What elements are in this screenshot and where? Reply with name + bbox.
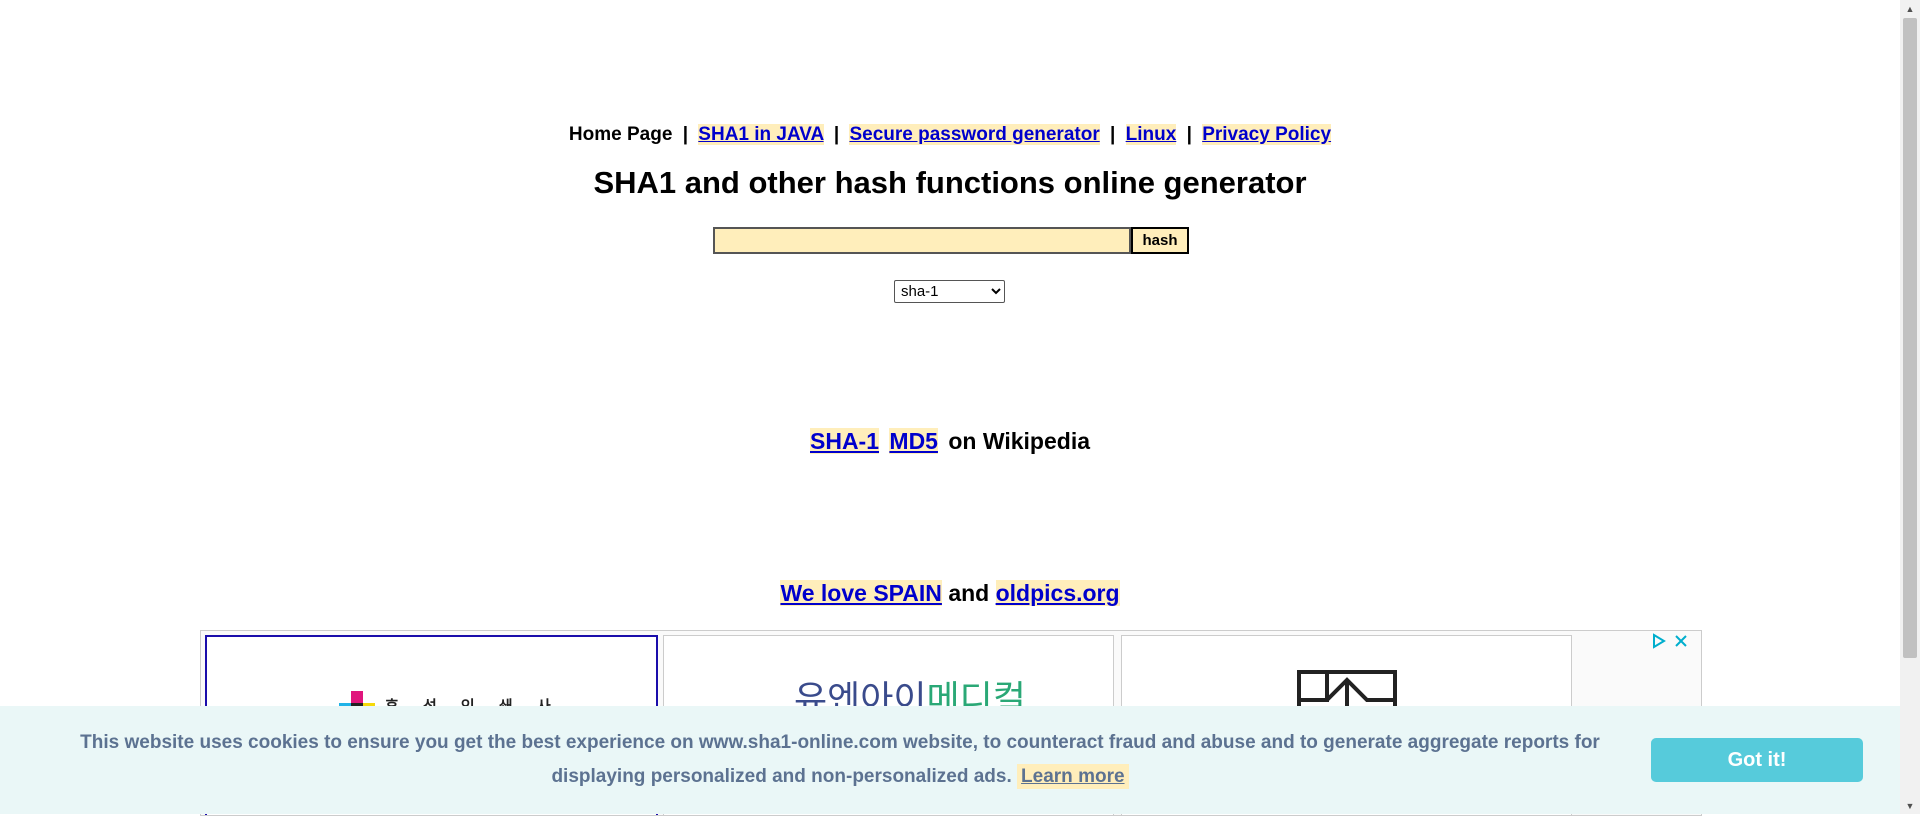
page-title: SHA1 and other hash functions online gen… — [593, 165, 1307, 200]
scroll-down-arrow-icon[interactable]: ▼ — [1900, 797, 1920, 814]
nav-separator: | — [682, 124, 689, 145]
wiki-link-md5[interactable]: MD5 — [889, 428, 938, 454]
promo-links: We love SPAIN and oldpics.org — [0, 580, 1900, 607]
nav-separator: | — [833, 124, 840, 145]
wikipedia-links: SHA-1 MD5 on Wikipedia — [0, 428, 1900, 455]
nav-link-sha1-java[interactable]: SHA1 in JAVA — [698, 124, 824, 145]
nav-separator: | — [1186, 124, 1192, 145]
page: Home Page | SHA1 in JAVA | Secure passwo… — [0, 0, 1920, 816]
promo-joiner: and — [948, 580, 990, 606]
nav-home-label: Home Page — [568, 124, 673, 145]
nav-link-linux[interactable]: Linux — [1125, 124, 1177, 145]
cookie-message-container: This website uses cookies to ensure you … — [40, 726, 1640, 794]
hash-text-input[interactable] — [713, 227, 1131, 254]
vertical-scrollbar[interactable]: ▲ ▼ — [1900, 0, 1920, 814]
nav-separator: | — [1110, 124, 1116, 145]
cookie-banner: This website uses cookies to ensure you … — [0, 706, 1920, 814]
scrollbar-thumb[interactable] — [1903, 18, 1917, 658]
ad-controls — [1651, 633, 1689, 649]
link-oldpics[interactable]: oldpics.org — [995, 580, 1120, 606]
cookie-accept-button[interactable]: Got it! — [1651, 738, 1863, 782]
adchoices-icon[interactable] — [1651, 633, 1667, 649]
cookie-message: This website uses cookies to ensure you … — [80, 732, 1600, 787]
nav-link-password-generator[interactable]: Secure password generator — [849, 124, 1100, 145]
top-navigation: Home Page | SHA1 in JAVA | Secure passwo… — [0, 124, 1900, 146]
algorithm-select[interactable]: sha-1 — [894, 280, 1005, 303]
link-we-love-spain[interactable]: We love SPAIN — [780, 580, 942, 606]
hash-button[interactable]: hash — [1131, 227, 1189, 254]
hash-form: hash — [713, 227, 1189, 254]
wiki-link-sha1[interactable]: SHA-1 — [810, 428, 880, 454]
scroll-up-arrow-icon[interactable]: ▲ — [1900, 0, 1920, 17]
nav-link-privacy-policy[interactable]: Privacy Policy — [1202, 124, 1332, 145]
wiki-suffix: on Wikipedia — [948, 428, 1090, 454]
cookie-learn-more-link[interactable]: Learn more — [1017, 764, 1129, 789]
close-icon[interactable] — [1673, 633, 1689, 649]
